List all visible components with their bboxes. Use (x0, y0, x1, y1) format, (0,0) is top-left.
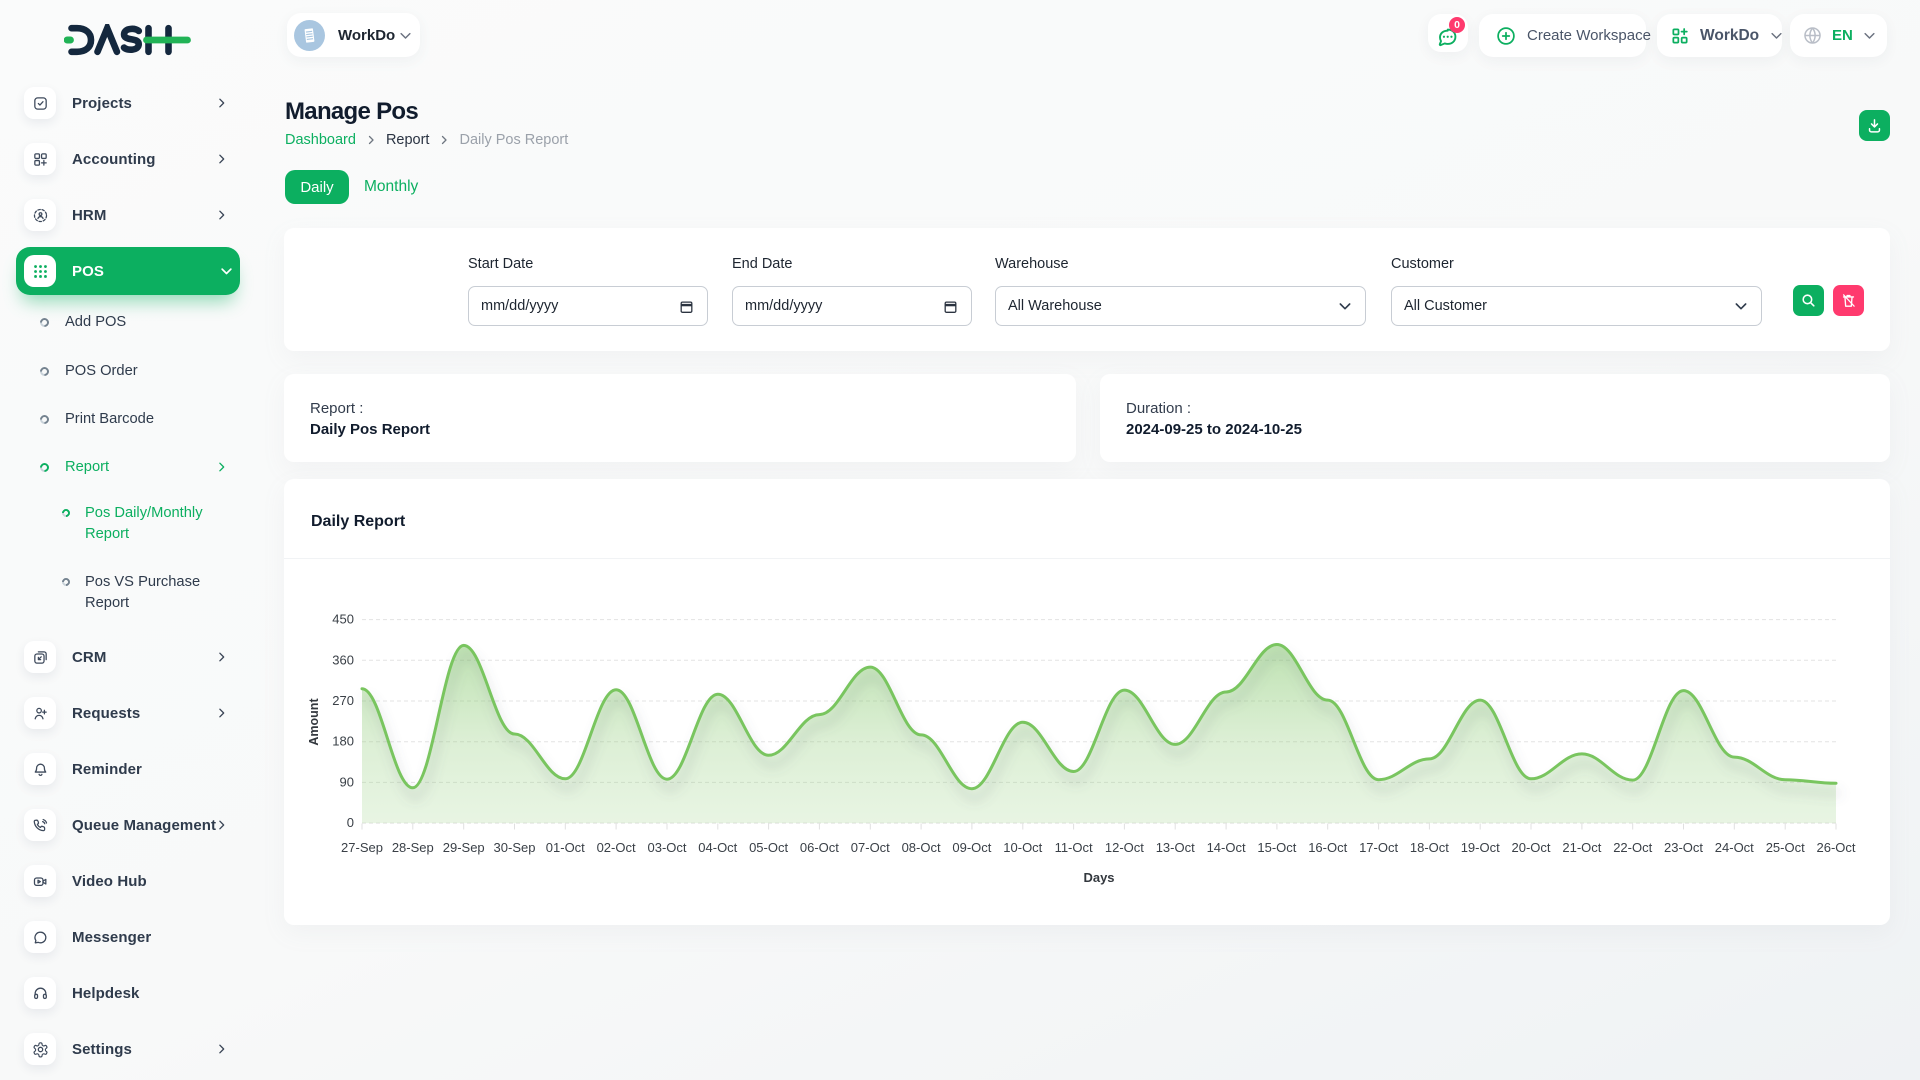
svg-text:07-Oct: 07-Oct (851, 840, 890, 855)
svg-text:16-Oct: 16-Oct (1308, 840, 1347, 855)
svg-text:22-Oct: 22-Oct (1613, 840, 1652, 855)
svg-text:01-Oct: 01-Oct (546, 840, 585, 855)
svg-text:17-Oct: 17-Oct (1359, 840, 1398, 855)
svg-text:270: 270 (332, 693, 354, 708)
svg-text:Days: Days (1083, 870, 1114, 885)
svg-text:24-Oct: 24-Oct (1715, 840, 1754, 855)
svg-text:03-Oct: 03-Oct (647, 840, 686, 855)
svg-text:06-Oct: 06-Oct (800, 840, 839, 855)
svg-text:Amount: Amount (307, 698, 321, 746)
svg-text:08-Oct: 08-Oct (902, 840, 941, 855)
svg-text:30-Sep: 30-Sep (494, 840, 536, 855)
svg-text:450: 450 (332, 612, 354, 627)
svg-text:13-Oct: 13-Oct (1156, 840, 1195, 855)
svg-text:02-Oct: 02-Oct (597, 840, 636, 855)
svg-text:04-Oct: 04-Oct (698, 840, 737, 855)
svg-text:26-Oct: 26-Oct (1816, 840, 1855, 855)
svg-text:180: 180 (332, 734, 354, 749)
svg-text:14-Oct: 14-Oct (1207, 840, 1246, 855)
svg-text:25-Oct: 25-Oct (1766, 840, 1805, 855)
svg-text:21-Oct: 21-Oct (1562, 840, 1601, 855)
svg-text:29-Sep: 29-Sep (443, 840, 485, 855)
svg-text:12-Oct: 12-Oct (1105, 840, 1144, 855)
svg-text:18-Oct: 18-Oct (1410, 840, 1449, 855)
svg-text:360: 360 (332, 652, 354, 667)
svg-text:09-Oct: 09-Oct (952, 840, 991, 855)
svg-text:11-Oct: 11-Oct (1055, 840, 1093, 855)
svg-text:10-Oct: 10-Oct (1003, 840, 1042, 855)
svg-text:20-Oct: 20-Oct (1511, 840, 1550, 855)
svg-text:0: 0 (347, 815, 354, 830)
svg-text:15-Oct: 15-Oct (1257, 840, 1296, 855)
svg-text:27-Sep: 27-Sep (341, 840, 383, 855)
svg-text:19-Oct: 19-Oct (1461, 840, 1500, 855)
svg-text:90: 90 (340, 774, 354, 789)
svg-text:05-Oct: 05-Oct (749, 840, 788, 855)
svg-text:28-Sep: 28-Sep (392, 840, 434, 855)
svg-text:23-Oct: 23-Oct (1664, 840, 1703, 855)
